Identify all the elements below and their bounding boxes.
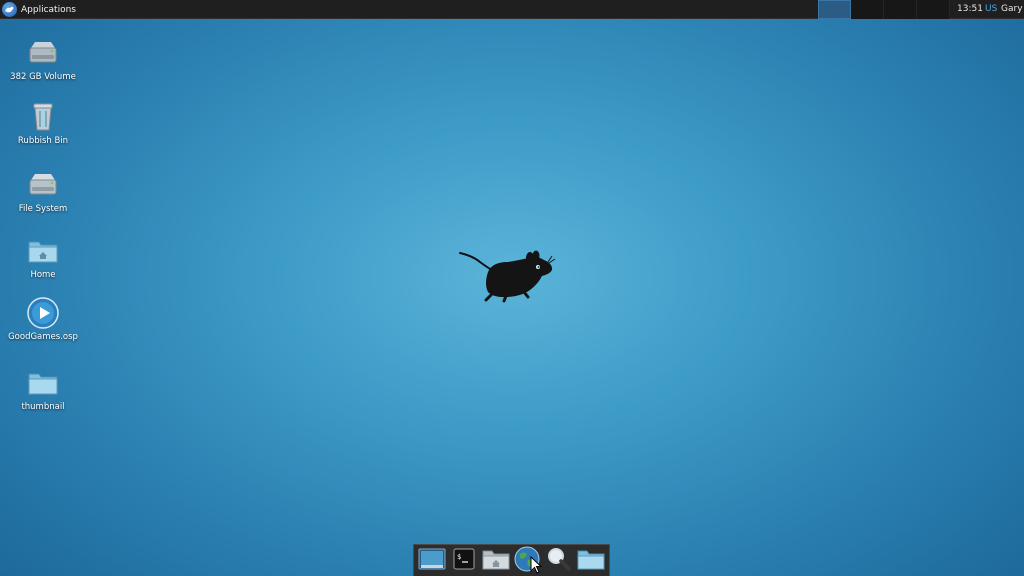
desktop-icon-volume[interactable]: 382 GB Volume — [7, 36, 79, 83]
desktop-icon-thumbnail[interactable]: thumbnail — [7, 366, 79, 413]
home-folder-icon — [482, 548, 510, 574]
desktop-icon-rubbish-bin[interactable]: Rubbish Bin — [7, 100, 79, 147]
magnifier-icon — [546, 546, 572, 576]
workspace-switcher — [818, 0, 950, 19]
desktop-icon-label: thumbnail — [21, 402, 65, 412]
media-file-icon — [26, 296, 60, 330]
dock-folder[interactable] — [577, 547, 605, 575]
xfce-logo-icon — [2, 2, 17, 17]
trash-icon — [26, 100, 60, 134]
applications-menu-label: Applications — [21, 4, 76, 15]
top-panel: Applications 13:51 US Gary — [0, 0, 1024, 19]
svg-text:$: $ — [457, 553, 461, 561]
dock-terminal[interactable]: $ — [450, 547, 478, 575]
desktop-icon-label: GoodGames.osp — [8, 332, 78, 342]
desktop-icon-label: 382 GB Volume — [10, 72, 76, 82]
user-menu[interactable]: Gary — [1001, 0, 1023, 19]
workspace-4[interactable] — [917, 0, 950, 19]
desktop-icon-goodgames-osp[interactable]: GoodGames.osp — [7, 296, 79, 343]
drive-icon — [26, 168, 60, 202]
folder-icon — [577, 548, 605, 574]
workspace-3[interactable] — [884, 0, 917, 19]
clock[interactable]: 13:51 — [957, 0, 983, 19]
workspace-1[interactable] — [818, 0, 851, 19]
keyboard-layout-indicator[interactable]: US — [985, 0, 997, 19]
desktop-icon-file-system[interactable]: File System — [7, 168, 79, 215]
globe-icon — [514, 546, 540, 576]
drive-icon — [26, 36, 60, 70]
xfce-mouse-logo — [459, 250, 556, 303]
folder-icon — [26, 366, 60, 400]
bottom-dock: $ — [413, 544, 610, 576]
workspace-2[interactable] — [851, 0, 884, 19]
terminal-icon: $ — [453, 548, 475, 574]
desktop-icon-home[interactable]: Home — [7, 234, 79, 281]
show-desktop-icon — [418, 548, 446, 574]
dock-web-browser[interactable] — [513, 546, 541, 576]
desktop-icon-label: Home — [30, 270, 56, 280]
dock-file-manager[interactable] — [482, 547, 510, 575]
applications-menu-button[interactable]: Applications — [2, 0, 80, 19]
dock-show-desktop[interactable] — [418, 547, 446, 575]
desktop-icon-label: Rubbish Bin — [17, 136, 69, 146]
home-folder-icon — [26, 234, 60, 268]
dock-app-finder[interactable] — [545, 547, 573, 575]
desktop-icon-label: File System — [18, 204, 68, 214]
